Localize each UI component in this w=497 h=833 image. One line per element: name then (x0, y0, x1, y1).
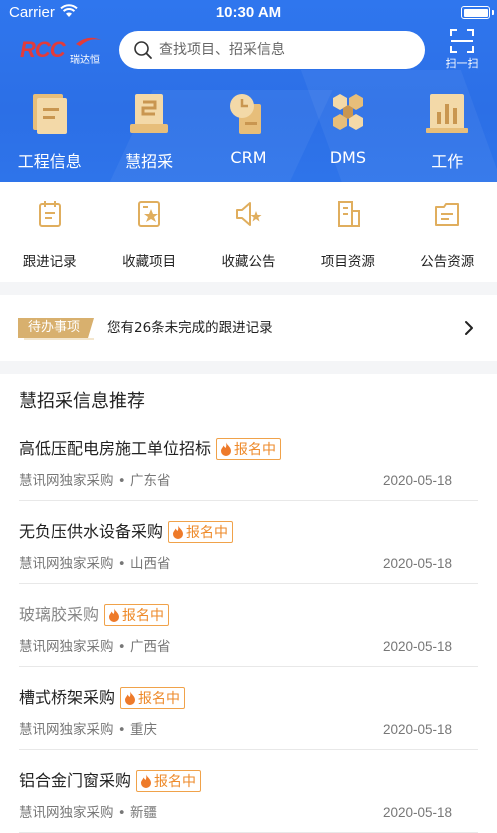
nav-label: 工程信息 (17, 152, 82, 171)
status-badge-label: 报名中 (186, 525, 229, 541)
status-badge-label: 报名中 (138, 691, 181, 707)
fire-icon (173, 525, 184, 539)
fire-icon (125, 691, 136, 705)
battery-icon (461, 6, 494, 19)
quick-item-label: 跟进记录 (22, 254, 77, 270)
fire-icon (221, 442, 232, 456)
recommend-section: 慧招采信息推荐 高低压配电房施工单位招标 报名中 慧讯网独家采购 • 广东省 2… (0, 374, 497, 833)
search-input[interactable] (159, 31, 409, 69)
status-badge: 报名中 (120, 687, 186, 709)
quick-item-project-resource[interactable]: 项目资源 (298, 182, 397, 282)
favorite-notice-icon (236, 202, 262, 226)
nav-label: CRM (230, 148, 267, 167)
status-badge-label: 报名中 (234, 442, 277, 458)
company-logo: RCC 瑞达恒 (18, 34, 102, 66)
status-badge: 报名中 (216, 438, 282, 460)
item-meta: 慧讯网独家采购 • 新疆 (19, 805, 158, 821)
procurement-icon (130, 94, 169, 133)
search-bar[interactable] (119, 31, 425, 69)
scan-icon (450, 29, 474, 53)
quick-item-favorite-notice[interactable]: 收藏公告 (199, 182, 298, 282)
main-nav: 工程信息 慧招采 CRM DMS 工作 (0, 92, 497, 172)
list-item[interactable]: 无负压供水设备采购 报名中 慧讯网独家采购 • 山西省 2020-05-18 (0, 501, 497, 584)
item-meta: 慧讯网独家采购 • 山西省 (19, 556, 171, 572)
item-title: 铝合金门窗采购 (19, 771, 132, 790)
item-title: 无负压供水设备采购 (19, 522, 164, 541)
fire-icon (109, 608, 120, 622)
work-chart-icon (426, 94, 469, 133)
todo-text: 您有26条未完成的跟进记录 (107, 320, 273, 336)
notice-resource-icon (435, 203, 460, 226)
status-badge: 报名中 (136, 770, 202, 792)
recommend-list: 高低压配电房施工单位招标 报名中 慧讯网独家采购 • 广东省 2020-05-1… (0, 418, 497, 833)
search-icon (134, 41, 152, 59)
favorite-project-icon (138, 201, 161, 227)
project-resource-icon (337, 201, 360, 227)
project-info-icon (32, 94, 67, 134)
scan-button[interactable]: 扫一扫 (440, 28, 484, 72)
logo-text: RCC (20, 37, 66, 62)
follow-record-icon (38, 201, 61, 227)
todo-tag-label: 待办事项 (27, 320, 80, 335)
nav-label: DMS (329, 148, 366, 167)
quick-item-label: 收藏公告 (221, 254, 276, 270)
nav-item-crm[interactable]: CRM (199, 92, 298, 172)
fire-icon (141, 774, 152, 788)
quick-item-label: 收藏项目 (122, 254, 177, 270)
nav-item-work[interactable]: 工作 (398, 92, 497, 172)
item-date: 2020-05-18 (382, 556, 452, 571)
nav-item-procurement[interactable]: 慧招采 (99, 92, 198, 172)
nav-label: 工作 (431, 152, 464, 171)
crm-clock-icon (230, 94, 262, 134)
item-title: 玻璃胶采购 (19, 605, 100, 624)
item-meta: 慧讯网独家采购 • 重庆 (19, 722, 158, 738)
status-badge: 报名中 (168, 521, 234, 543)
section-title: 慧招采信息推荐 (19, 391, 145, 412)
item-date: 2020-05-18 (382, 805, 452, 820)
scan-label: 扫一扫 (445, 57, 479, 70)
item-date: 2020-05-18 (382, 639, 452, 654)
list-item[interactable]: 铝合金门窗采购 报名中 慧讯网独家采购 • 新疆 2020-05-18 (0, 750, 497, 833)
list-item[interactable]: 高低压配电房施工单位招标 报名中 慧讯网独家采购 • 广东省 2020-05-1… (0, 418, 497, 501)
nav-item-dms[interactable]: DMS (298, 92, 397, 172)
chevron-right-icon[interactable] (462, 320, 476, 336)
item-title: 高低压配电房施工单位招标 (19, 439, 212, 458)
quick-item-notice-resource[interactable]: 公告资源 (398, 182, 497, 282)
quick-menu: 跟进记录 收藏项目 收藏公告 项目资源 公告资源 (0, 182, 497, 282)
logo-swoosh-icon (76, 37, 101, 46)
dms-hexagon-icon (332, 94, 363, 130)
logo-subtitle: 瑞达恒 (70, 55, 100, 66)
quick-item-label: 项目资源 (320, 254, 375, 270)
quick-item-label: 公告资源 (420, 254, 475, 270)
list-item[interactable]: 玻璃胶采购 报名中 慧讯网独家采购 • 广西省 2020-05-18 (0, 584, 497, 667)
status-badge-label: 报名中 (154, 774, 197, 790)
status-badge-label: 报名中 (122, 608, 165, 624)
item-title: 槽式桥架采购 (19, 688, 116, 707)
item-meta: 慧讯网独家采购 • 广东省 (19, 473, 171, 489)
app-header: Carrier 10:30 AM RCC 瑞达恒 扫一扫 (0, 0, 497, 182)
status-time: 10:30 AM (215, 4, 282, 21)
todo-banner[interactable]: 待办事项 您有26条未完成的跟进记录 (0, 295, 497, 361)
status-badge: 报名中 (104, 604, 170, 626)
item-date: 2020-05-18 (382, 473, 452, 488)
quick-item-follow-record[interactable]: 跟进记录 (0, 182, 99, 282)
status-bar: Carrier 10:30 AM (0, 0, 497, 26)
todo-tag: 待办事项 (18, 318, 94, 340)
list-item[interactable]: 槽式桥架采购 报名中 慧讯网独家采购 • 重庆 2020-05-18 (0, 667, 497, 750)
quick-item-favorite-project[interactable]: 收藏项目 (99, 182, 198, 282)
nav-item-project-info[interactable]: 工程信息 (0, 92, 99, 172)
item-meta: 慧讯网独家采购 • 广西省 (19, 639, 171, 655)
item-date: 2020-05-18 (382, 722, 452, 737)
nav-label: 慧招采 (125, 152, 174, 171)
